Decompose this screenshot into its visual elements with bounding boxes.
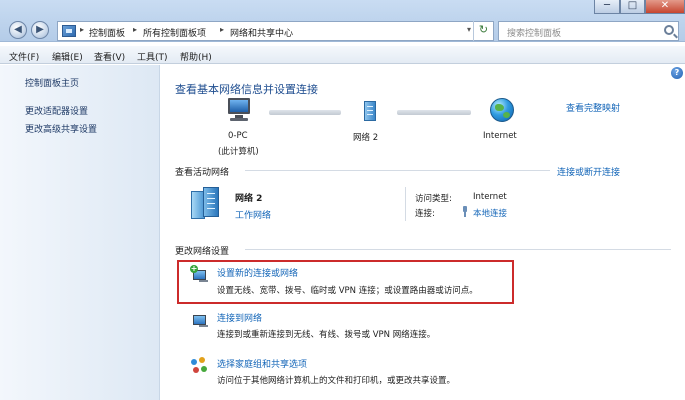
menu-file[interactable]: 文件(F)	[9, 50, 39, 63]
task-connect-network-desc: 连接到或重新连接到无线、有线、拨号或 VPN 网络连接。	[217, 330, 436, 340]
breadcrumb-all-items[interactable]: 所有控制面板项	[143, 26, 206, 39]
help-icon[interactable]: ?	[671, 67, 683, 79]
pc-name-label: 0-PC	[228, 131, 248, 141]
task-setup-connection-desc: 设置无线、宽带、拨号、临时或 VPN 连接；或设置路由器或访问点。	[217, 286, 478, 296]
internet-label: Internet	[483, 131, 517, 141]
page-title: 查看基本网络信息并设置连接	[175, 83, 318, 96]
ethernet-plug-icon	[462, 206, 468, 217]
network-icon	[360, 101, 380, 123]
menu-help[interactable]: 帮助(H)	[180, 50, 212, 63]
menu-edit[interactable]: 编辑(E)	[52, 50, 83, 63]
network-type-link[interactable]: 工作网络	[235, 208, 271, 221]
refresh-icon[interactable]: ↻	[473, 21, 493, 41]
title-bar: ─ □ ✕ ◀ ▶ ▸ 控制面板 ▸ 所有控制面板项 ▸ 网络和共享中心 ▾ ↻…	[0, 0, 685, 42]
main-content: ? 查看基本网络信息并设置连接 查看完整映射 0-PC (此计算机) 网络 2 …	[161, 65, 685, 400]
close-button[interactable]: ✕	[645, 0, 685, 14]
local-connection-link[interactable]: 本地连接	[473, 207, 507, 219]
access-type-value: Internet	[473, 192, 507, 202]
minimize-button[interactable]: ─	[594, 0, 620, 14]
search-icon[interactable]	[664, 25, 674, 35]
connect-disconnect-link[interactable]: 连接或断开连接	[557, 165, 620, 178]
access-type-label: 访问类型:	[415, 194, 452, 204]
menu-tools[interactable]: 工具(T)	[137, 50, 168, 63]
connection-line	[397, 110, 471, 115]
task-setup-connection-link[interactable]: 设置新的连接或网络	[217, 266, 298, 279]
address-bar[interactable]: ▸ 控制面板 ▸ 所有控制面板项 ▸ 网络和共享中心 ▾ ↻	[57, 21, 494, 41]
section-divider	[245, 249, 671, 250]
maximize-button[interactable]: □	[620, 0, 645, 14]
breadcrumb-separator[interactable]: ▸	[133, 25, 137, 34]
address-dropdown-icon[interactable]: ▾	[467, 25, 471, 34]
back-button[interactable]: ◀	[9, 21, 27, 39]
change-settings-header: 更改网络设置	[175, 247, 230, 257]
homegroup-icon	[191, 357, 209, 375]
connection-label: 连接:	[415, 209, 435, 219]
task-connect-network-link[interactable]: 连接到网络	[217, 311, 262, 324]
task-homegroup-link[interactable]: 选择家庭组和共享选项	[217, 357, 307, 370]
search-box[interactable]: 搜索控制面板	[498, 21, 679, 41]
connect-network-icon	[191, 311, 209, 329]
network-name-label: 网络 2	[353, 133, 379, 143]
sidebar-item-advanced-sharing[interactable]: 更改高级共享设置	[25, 122, 97, 135]
sidebar-item-adapter-settings[interactable]: 更改适配器设置	[25, 104, 88, 117]
sidebar-item-control-panel-home[interactable]: 控制面板主页	[25, 76, 79, 89]
computer-icon	[226, 98, 252, 124]
vertical-divider	[405, 187, 406, 221]
control-panel-icon	[62, 25, 76, 37]
active-networks-header: 查看活动网络	[175, 168, 230, 178]
connection-line	[269, 110, 341, 115]
active-network-name: 网络 2	[235, 194, 263, 204]
forward-button[interactable]: ▶	[31, 21, 49, 39]
breadcrumb-separator[interactable]: ▸	[220, 25, 224, 34]
sidebar: 控制面板主页 更改适配器设置 更改高级共享设置	[0, 65, 160, 400]
breadcrumb-control-panel[interactable]: 控制面板	[89, 26, 125, 39]
active-network-icon	[189, 185, 223, 221]
task-homegroup-desc: 访问位于其他网络计算机上的文件和打印机，或更改共享设置。	[217, 376, 456, 386]
see-full-map-link[interactable]: 查看完整映射	[566, 101, 620, 114]
pc-sub-label: (此计算机)	[218, 147, 259, 157]
menu-view[interactable]: 查看(V)	[94, 50, 125, 63]
new-connection-icon: +	[190, 265, 209, 284]
menu-bar: 文件(F) 编辑(E) 查看(V) 工具(T) 帮助(H)	[0, 46, 685, 64]
breadcrumb-separator[interactable]: ▸	[80, 25, 84, 34]
search-placeholder[interactable]: 搜索控制面板	[507, 26, 561, 39]
section-divider	[245, 170, 550, 171]
internet-globe-icon	[490, 98, 514, 122]
breadcrumb-network-center[interactable]: 网络和共享中心	[230, 26, 293, 39]
